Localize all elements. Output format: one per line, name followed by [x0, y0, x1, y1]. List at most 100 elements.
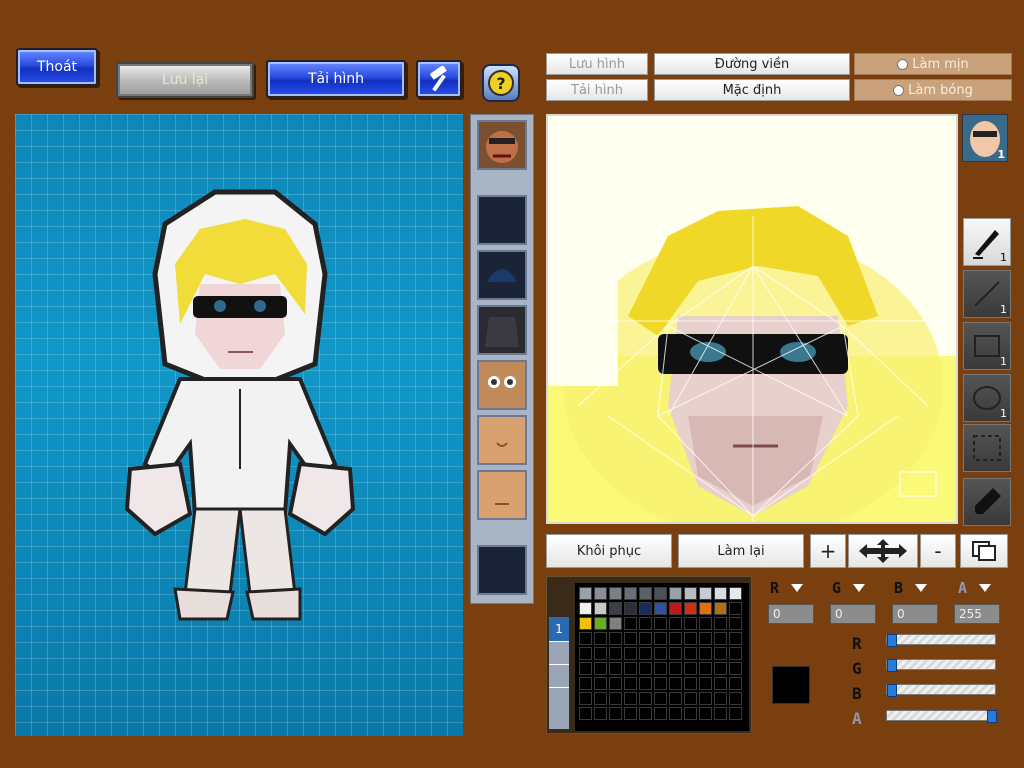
palette-swatch[interactable]: [714, 707, 727, 720]
palette-swatch[interactable]: [639, 662, 652, 675]
g-slider[interactable]: [886, 659, 996, 672]
a-value-field[interactable]: 255: [954, 604, 1000, 624]
palette-swatch[interactable]: [594, 587, 607, 600]
palette-swatch[interactable]: [669, 602, 682, 615]
palette-swatch[interactable]: [684, 692, 697, 705]
palette-swatch[interactable]: [609, 662, 622, 675]
r-slider-knob[interactable]: [887, 634, 897, 647]
r-dropdown-icon[interactable]: [790, 582, 804, 594]
palette-swatch[interactable]: [639, 692, 652, 705]
palette-swatch[interactable]: [684, 677, 697, 690]
palette-swatch[interactable]: [609, 587, 622, 600]
palette-swatch[interactable]: [639, 617, 652, 630]
palette-swatch[interactable]: [669, 632, 682, 645]
palette-swatch[interactable]: [609, 692, 622, 705]
palette-swatch[interactable]: [699, 602, 712, 615]
palette-swatch[interactable]: [699, 647, 712, 660]
palette-swatch[interactable]: [684, 662, 697, 675]
palette-swatch[interactable]: [714, 662, 727, 675]
palette-swatch[interactable]: [669, 617, 682, 630]
palette-swatch[interactable]: [594, 602, 607, 615]
palette-swatch[interactable]: [639, 632, 652, 645]
a-dropdown-icon[interactable]: [978, 582, 992, 594]
palette-swatch[interactable]: [609, 602, 622, 615]
palette-swatch[interactable]: [714, 587, 727, 600]
load-image-button[interactable]: Tải hình: [266, 60, 406, 98]
palette-swatch[interactable]: [609, 677, 622, 690]
palette-swatch[interactable]: [624, 587, 637, 600]
palette-swatch[interactable]: [624, 692, 637, 705]
zoom-in-button[interactable]: +: [810, 534, 846, 568]
palette-swatch[interactable]: [654, 662, 667, 675]
move-button[interactable]: [848, 534, 918, 568]
palette-swatch[interactable]: [624, 602, 637, 615]
palette-swatch[interactable]: [684, 602, 697, 615]
g-slider-knob[interactable]: [887, 659, 897, 672]
restore-button[interactable]: Khôi phục: [546, 534, 672, 568]
palette-swatch[interactable]: [624, 647, 637, 660]
palette-swatch[interactable]: [594, 662, 607, 675]
palette-swatch[interactable]: [714, 617, 727, 630]
pen-tool[interactable]: 1: [963, 218, 1011, 266]
a-slider[interactable]: [886, 710, 997, 723]
palette-swatch[interactable]: [654, 707, 667, 720]
palette-swatch[interactable]: [729, 662, 742, 675]
smooth-radio[interactable]: [897, 58, 909, 70]
palette-swatch[interactable]: [699, 617, 712, 630]
default-button[interactable]: Mặc định: [654, 79, 850, 101]
palette-swatch[interactable]: [684, 707, 697, 720]
palette-swatch[interactable]: [684, 617, 697, 630]
empty-part-slot[interactable]: [477, 545, 527, 595]
palette-tab-1[interactable]: 1: [549, 617, 569, 641]
palette-swatch[interactable]: [669, 647, 682, 660]
palette-swatch[interactable]: [669, 707, 682, 720]
palette-swatch[interactable]: [729, 647, 742, 660]
palette-swatch[interactable]: [624, 677, 637, 690]
palette-swatch[interactable]: [609, 647, 622, 660]
smooth-option[interactable]: Làm mịn: [854, 53, 1012, 75]
mouth-part-thumb[interactable]: [477, 470, 527, 520]
g-dropdown-icon[interactable]: [852, 582, 866, 594]
palette-swatch[interactable]: [699, 677, 712, 690]
palette-swatch[interactable]: [639, 587, 652, 600]
layers-button[interactable]: [960, 534, 1008, 568]
palette-swatch[interactable]: [579, 677, 592, 690]
hair-part-thumb[interactable]: [477, 305, 527, 355]
r-value-field[interactable]: 0: [768, 604, 814, 624]
palette-swatch[interactable]: [714, 677, 727, 690]
outline-button[interactable]: Đường viền: [654, 53, 850, 75]
palette-swatch[interactable]: [729, 632, 742, 645]
palette-swatch[interactable]: [699, 587, 712, 600]
palette-swatch[interactable]: [579, 602, 592, 615]
palette-swatch[interactable]: [654, 602, 667, 615]
palette-swatch[interactable]: [654, 692, 667, 705]
palette-swatch[interactable]: [579, 707, 592, 720]
palette-swatch[interactable]: [699, 692, 712, 705]
face-edit-canvas[interactable]: [546, 114, 958, 524]
palette-swatch[interactable]: [609, 617, 622, 630]
face-layer-thumb[interactable]: 1: [962, 114, 1008, 162]
palette-swatch[interactable]: [639, 677, 652, 690]
palette-swatch[interactable]: [579, 647, 592, 660]
palette-swatch[interactable]: [654, 677, 667, 690]
palette-swatch[interactable]: [714, 692, 727, 705]
palette-swatch[interactable]: [669, 677, 682, 690]
palette-swatch[interactable]: [669, 587, 682, 600]
palette-swatch[interactable]: [609, 632, 622, 645]
palette-swatch[interactable]: [594, 692, 607, 705]
palette-swatch[interactable]: [729, 692, 742, 705]
b-dropdown-icon[interactable]: [914, 582, 928, 594]
palette-swatch[interactable]: [579, 692, 592, 705]
palette-swatch[interactable]: [579, 617, 592, 630]
eyedropper-tool[interactable]: [963, 478, 1011, 526]
palette-swatch[interactable]: [594, 647, 607, 660]
rectangle-tool[interactable]: 1: [963, 322, 1011, 370]
palette-swatch[interactable]: [594, 677, 607, 690]
r-slider[interactable]: [886, 634, 996, 647]
palette-swatch[interactable]: [729, 677, 742, 690]
palette-swatch[interactable]: [714, 647, 727, 660]
palette-swatch[interactable]: [699, 662, 712, 675]
palette-swatch[interactable]: [579, 632, 592, 645]
palette-swatch[interactable]: [729, 587, 742, 600]
helmet-part-thumb[interactable]: [477, 250, 527, 300]
